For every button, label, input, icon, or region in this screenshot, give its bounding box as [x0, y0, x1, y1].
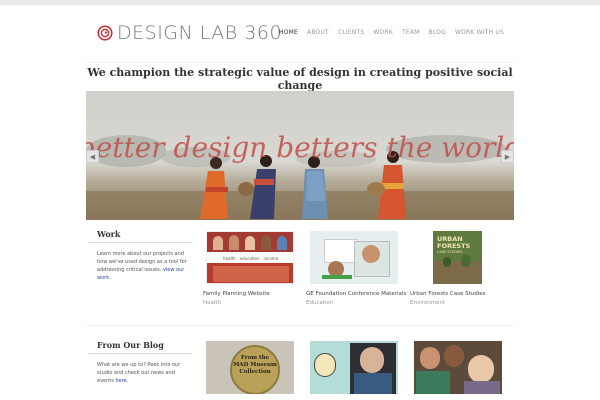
blog-section-title: From Our Blog: [97, 340, 164, 350]
site-header: DESIGN LAB 360 HOME ABOUT CLIENTS WORK T…: [86, 18, 514, 50]
nav-blog[interactable]: BLOG: [429, 29, 446, 36]
work-thumb-ge-foundation[interactable]: [310, 231, 398, 284]
work-thumb-family-planning[interactable]: health education income: [206, 231, 294, 284]
blog-thumb-drawing[interactable]: [310, 341, 398, 394]
section-divider: [86, 325, 514, 326]
nav-about[interactable]: ABOUT: [307, 29, 329, 36]
thumb-label-health: health: [223, 256, 236, 261]
tagline: We champion the strategic value of desig…: [87, 66, 513, 92]
logo-swirl-icon: [97, 25, 113, 41]
work-item-title[interactable]: Urban Forests Case Studies: [410, 291, 486, 297]
hero-photo: better design betters the world: [86, 91, 514, 220]
blog-thumb-text-line1: From the: [240, 355, 270, 361]
nav-team[interactable]: TEAM: [402, 29, 420, 36]
hero-slide[interactable]: better design betters the world: [86, 91, 514, 220]
work-item-title[interactable]: Family Planning Website: [203, 291, 270, 297]
blog-thumb-text-line2: MAD Museum: [233, 362, 277, 368]
work-item-category[interactable]: Education: [306, 300, 333, 306]
nav-work[interactable]: WORK: [373, 29, 393, 36]
header-divider: [86, 62, 514, 63]
nav-work-with-us[interactable]: WORK WITH US: [455, 29, 504, 36]
work-description: Learn more about our projects and how we…: [97, 250, 193, 282]
blog-thumb-text-line3: Collection: [239, 369, 271, 375]
logo[interactable]: DESIGN LAB 360: [96, 22, 282, 44]
main-nav: HOME ABOUT CLIENTS WORK TEAM BLOG WORK W…: [279, 29, 504, 36]
blog-description: What are we up to? Peek into our studio …: [97, 361, 193, 385]
work-item-category[interactable]: Health: [203, 300, 221, 306]
hero-next-arrow-icon[interactable]: ▶: [501, 150, 514, 163]
blog-title-underline: [88, 353, 192, 354]
nav-clients[interactable]: CLIENTS: [338, 29, 364, 36]
blog-description-text: What are we up to? Peek into our studio …: [97, 362, 181, 384]
work-item-title[interactable]: GE Foundation Conference Materials: [306, 291, 406, 297]
work-title-underline: [88, 242, 192, 243]
thumb-banner: [207, 232, 293, 252]
logo-text: DESIGN LAB 360: [117, 22, 283, 44]
nav-home[interactable]: HOME: [279, 29, 298, 36]
work-thumb-urban-forests[interactable]: URBAN FORESTS CASE STUDIES: [433, 231, 482, 284]
thumb-label-income: income: [263, 256, 279, 261]
blog-thumb-team-photo[interactable]: [414, 341, 502, 394]
work-item-category[interactable]: Environment: [410, 300, 445, 306]
blog-here-link[interactable]: here.: [115, 378, 128, 384]
top-bar: [0, 0, 600, 5]
thumb-label-forests: FORESTS: [437, 242, 471, 250]
hero-overlay-text: better design betters the world: [86, 131, 514, 164]
work-section-title: Work: [97, 229, 121, 239]
thumb-label-education: education: [239, 256, 260, 261]
blog-thumb-mad-museum[interactable]: From the MAD Museum Collection: [206, 341, 294, 394]
hero-prev-arrow-icon[interactable]: ◀: [86, 150, 99, 163]
